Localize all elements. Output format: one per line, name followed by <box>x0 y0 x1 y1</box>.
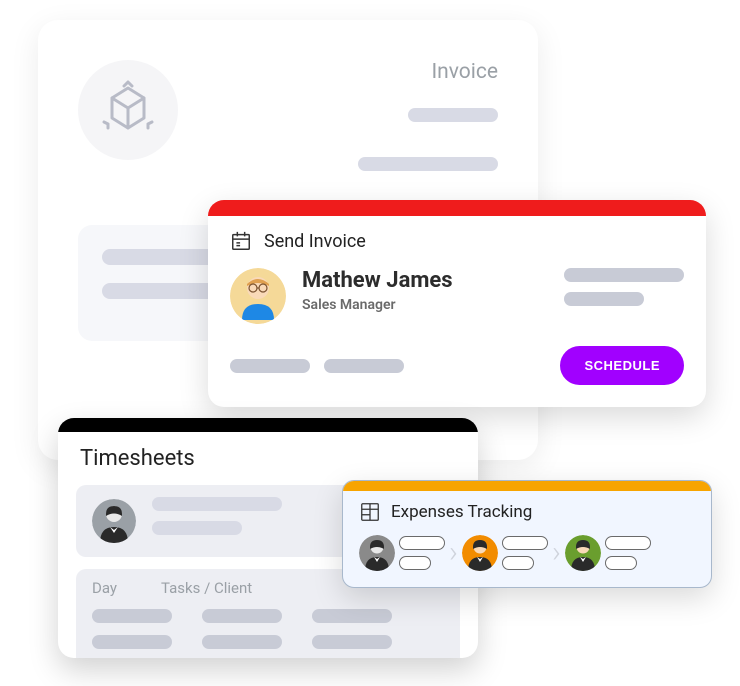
send-invoice-card: Send Invoice Mathew James Sales Manager <box>208 200 706 407</box>
timesheets-title: Timesheets <box>58 432 478 485</box>
expenses-tracking-card: Expenses Tracking › <box>342 480 712 588</box>
invoice-title: Invoice <box>358 60 498 84</box>
placeholder-cell <box>312 635 392 649</box>
placeholder-line <box>408 108 498 122</box>
table-row <box>92 635 444 649</box>
placeholder-line <box>324 359 404 373</box>
grid-icon <box>359 501 381 523</box>
company-logo <box>78 60 178 160</box>
placeholder-cell <box>202 609 282 623</box>
flow-avatar-1 <box>359 535 395 571</box>
invoice-header: Invoice <box>78 60 498 175</box>
expenses-title: Expenses Tracking <box>391 502 532 522</box>
person-name: Mathew James <box>302 268 453 293</box>
placeholder-line <box>564 292 644 306</box>
placeholder-line <box>152 497 282 511</box>
accent-bar <box>208 200 706 216</box>
user-avatar <box>92 499 136 543</box>
expenses-header: Expenses Tracking <box>343 491 711 529</box>
placeholder-line <box>358 157 498 171</box>
person-info: Mathew James Sales Manager <box>302 268 453 313</box>
column-header-day: Day <box>92 579 117 597</box>
flow-pill <box>502 556 534 570</box>
send-invoice-header: Send Invoice <box>208 216 706 262</box>
flow-pill <box>605 536 651 550</box>
chevron-right-icon: › <box>552 538 561 568</box>
person-role: Sales Manager <box>302 297 453 313</box>
chevron-right-icon: › <box>449 538 458 568</box>
flow-pill <box>399 556 431 570</box>
send-invoice-title: Send Invoice <box>264 231 366 252</box>
flow-pill <box>399 536 445 550</box>
placeholder-cell <box>202 635 282 649</box>
placeholder-line <box>564 268 684 282</box>
table-row <box>92 609 444 623</box>
flow-avatar-2 <box>462 535 498 571</box>
expenses-flow: › › <box>343 529 711 587</box>
flow-pill <box>502 536 548 550</box>
column-header-tasks: Tasks / Client <box>161 579 252 597</box>
placeholder-cell <box>312 609 392 623</box>
placeholder-line <box>152 521 242 535</box>
placeholder-cell <box>92 609 172 623</box>
placeholder-cell <box>92 635 172 649</box>
flow-avatar-3 <box>565 535 601 571</box>
user-avatar <box>230 268 286 324</box>
flow-pill <box>605 556 637 570</box>
calendar-icon <box>230 230 252 252</box>
accent-bar <box>58 418 478 432</box>
cube-logo-icon <box>98 80 158 140</box>
accent-bar <box>343 481 711 491</box>
placeholder-line <box>230 359 310 373</box>
schedule-button[interactable]: SCHEDULE <box>560 346 684 385</box>
